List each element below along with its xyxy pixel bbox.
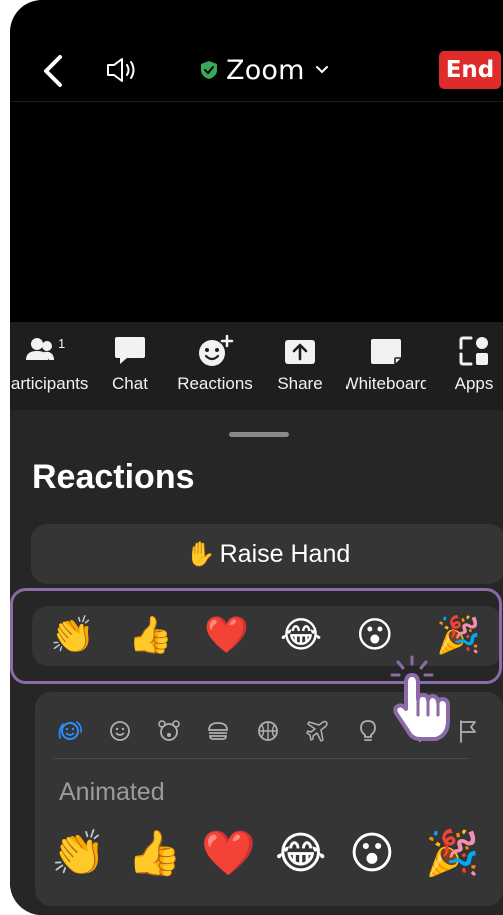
meeting-toolbar: 1 Participants Chat Reactions xyxy=(10,322,503,410)
participants-label: Participants xyxy=(10,374,89,393)
toolbar-whiteboard[interactable]: Whiteboard xyxy=(346,322,426,410)
share-icon xyxy=(285,340,315,364)
animal-icon[interactable] xyxy=(156,718,182,744)
chat-label: Chat xyxy=(112,374,148,393)
sheet-handle[interactable] xyxy=(229,432,289,437)
end-button[interactable]: End xyxy=(439,51,501,89)
raise-hand-label: Raise Hand xyxy=(219,539,351,568)
activity-icon[interactable] xyxy=(255,718,281,744)
tap-cursor-icon xyxy=(390,655,450,741)
animated-heart[interactable]: ❤️ xyxy=(201,832,256,876)
participants-icon: 1 xyxy=(26,336,65,360)
speaker-icon[interactable] xyxy=(104,55,140,85)
whiteboard-icon xyxy=(371,339,401,364)
animated-tears-of-joy[interactable]: 😂 xyxy=(275,832,326,876)
apps-label: Apps xyxy=(454,374,494,393)
animated-clap[interactable]: 👏 xyxy=(51,832,106,876)
share-label: Share xyxy=(277,374,323,393)
toolbar-share[interactable]: Share xyxy=(270,322,330,410)
raise-hand-icon: ✋ xyxy=(185,540,216,568)
animated-party-popper[interactable]: 🎉 xyxy=(425,832,480,876)
toolbar-chat[interactable]: Chat xyxy=(104,322,156,410)
smiley-icon[interactable] xyxy=(107,718,133,744)
chat-icon xyxy=(115,337,145,364)
meeting-title-text: Zoom xyxy=(226,54,305,86)
animated-open-mouth[interactable]: 😮 xyxy=(349,832,395,876)
reaction-add-icon xyxy=(199,334,234,366)
toolbar-participants[interactable]: 1 Participants xyxy=(10,322,90,410)
panel-divider xyxy=(53,758,469,759)
reactions-sheet: Reactions ✋ Raise Hand 👏 👍 ❤️ 😂 😮 🎉 Anim… xyxy=(10,410,503,915)
meeting-screen: Zoom End 1 Participants Chat xyxy=(10,0,503,915)
meeting-title[interactable]: Zoom xyxy=(200,50,329,90)
whiteboard-label: Whiteboard xyxy=(346,374,426,393)
flag-icon[interactable] xyxy=(455,718,481,744)
toolbar-apps[interactable]: Apps xyxy=(450,322,498,410)
apps-icon xyxy=(459,336,488,366)
participants-count: 1 xyxy=(58,336,65,351)
back-icon[interactable] xyxy=(40,54,68,88)
animated-section-label: Animated xyxy=(59,778,165,806)
travel-icon[interactable] xyxy=(305,718,331,744)
recent-icon[interactable] xyxy=(57,718,83,744)
animated-thumbs-up[interactable]: 👍 xyxy=(127,832,182,876)
reactions-label: Reactions xyxy=(177,374,253,393)
chevron-down-icon xyxy=(315,66,328,74)
divider xyxy=(10,101,503,102)
sheet-title: Reactions xyxy=(32,458,195,496)
toolbar-reactions[interactable]: Reactions xyxy=(170,322,260,410)
bulb-icon[interactable] xyxy=(355,718,381,744)
raise-hand-button[interactable]: ✋ Raise Hand xyxy=(31,524,503,584)
shield-check-icon xyxy=(201,61,217,79)
food-icon[interactable] xyxy=(205,718,231,744)
